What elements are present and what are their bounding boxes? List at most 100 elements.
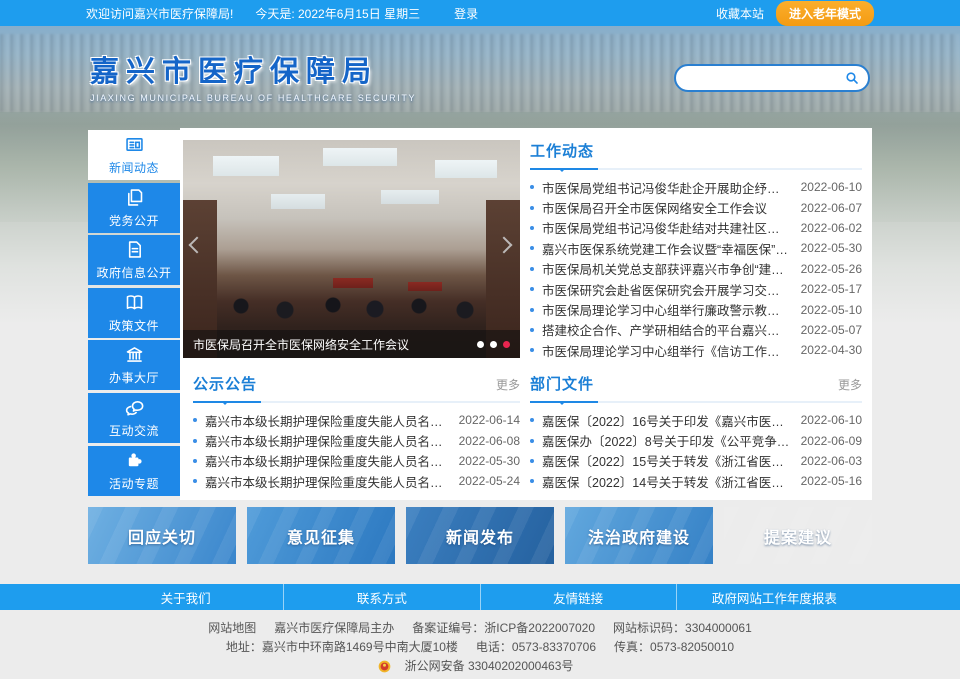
- news-item[interactable]: 市医保局理论学习中心组举行《信访工作条例》专题... 2022-04-30: [530, 340, 862, 360]
- footer-info-item: 网站标识码：3304000061: [613, 621, 752, 635]
- news-item-title: 嘉医保〔2022〕15号关于转发《浙江省医疗保...: [542, 451, 791, 470]
- news-item-title: 嘉兴市本级长期护理保险重度失能人员名单公示（2...: [205, 451, 449, 470]
- book-icon: [124, 292, 145, 313]
- banner-link[interactable]: 回应关切: [88, 507, 236, 564]
- search-icon[interactable]: [844, 70, 860, 86]
- news-item[interactable]: 嘉兴市本级长期护理保险重度失能人员名单公示（2... 2022-05-24: [193, 471, 520, 491]
- sidebar-item-policy-docs[interactable]: 政策文件: [88, 288, 180, 338]
- carousel-caption[interactable]: 市医保局召开全市医保网络安全工作会议: [193, 336, 469, 353]
- carousel-dot[interactable]: [490, 341, 497, 348]
- search-box: [674, 64, 870, 92]
- news-item[interactable]: 市医保局党组书记冯俊华赴企开展助企纾困活动 2022-06-10: [530, 177, 862, 197]
- news-item[interactable]: 市医保局召开全市医保网络安全工作会议 2022-06-07: [530, 197, 862, 217]
- carousel-prev-arrow-icon[interactable]: [191, 239, 205, 253]
- more-link[interactable]: 更多: [496, 376, 520, 393]
- news-item-title: 嘉兴市本级长期护理保险重度失能人员名单公示（2...: [205, 472, 449, 491]
- carousel-dot-active[interactable]: [503, 341, 510, 348]
- sidebar-item-interaction[interactable]: 互动交流: [88, 393, 180, 443]
- bullet-icon: [530, 267, 534, 271]
- news-item[interactable]: 嘉医保办〔2022〕8号关于印发《公平竞争审查... 2022-06-09: [530, 430, 862, 450]
- news-item-date: 2022-05-26: [801, 262, 862, 276]
- carousel-dot[interactable]: [477, 341, 484, 348]
- carousel-photo-people: [183, 296, 520, 326]
- sidebar-item-special-topics[interactable]: 活动专题: [88, 446, 180, 496]
- bullet-icon: [530, 479, 534, 483]
- footer-info-item: 传真：0573-82050010: [614, 640, 734, 654]
- footer-info-item: 网站地图: [208, 621, 256, 635]
- news-item-date: 2022-05-16: [801, 474, 862, 488]
- banner-link[interactable]: 意见征集: [247, 507, 395, 564]
- news-item-date: 2022-05-10: [801, 303, 862, 317]
- site-logo[interactable]: 嘉兴市医疗保障局 JIAXING MUNICIPAL BUREAU OF HEA…: [90, 48, 416, 103]
- public-security-badge-icon: [378, 660, 391, 673]
- news-item[interactable]: 搭建校企合作、产学研相结合的平台嘉兴市长期护理... 2022-05-07: [530, 320, 862, 340]
- section-header: 部门文件 更多: [530, 373, 862, 403]
- news-item-title: 市医保局理论学习中心组举行廉政警示教育专题学习...: [542, 300, 791, 319]
- bullet-icon: [530, 328, 534, 332]
- section-title: 工作动态: [530, 140, 594, 161]
- sidebar-item-gov-info[interactable]: 政府信息公开: [88, 235, 180, 285]
- news-item[interactable]: 市医保局理论学习中心组举行廉政警示教育专题学习... 2022-05-10: [530, 299, 862, 319]
- sidebar-item-label: 办事大厅: [109, 369, 159, 386]
- login-link[interactable]: 登录: [454, 5, 478, 22]
- news-item[interactable]: 嘉兴市本级长期护理保险重度失能人员名单公示（2... 2022-06-08: [193, 430, 520, 450]
- current-date: 今天是: 2022年6月15日 星期三: [255, 5, 420, 22]
- news-item[interactable]: 嘉兴市本级长期护理保险重度失能人员名单公示（2... 2022-05-30: [193, 451, 520, 471]
- footer-info-item: 电话：0573-83370706: [476, 640, 596, 654]
- banner-link[interactable]: 法治政府建设: [565, 507, 713, 564]
- section-header: 工作动态: [530, 140, 862, 170]
- news-item-date: 2022-06-14: [459, 413, 520, 427]
- news-item[interactable]: 市医保研究会赴省医保研究会开展学习交流活动 2022-05-17: [530, 279, 862, 299]
- section-work-dynamics: 工作动态 市医保局党组书记冯俊华赴企开展助企纾困活动 2022-06-10 市医…: [530, 140, 862, 361]
- news-item[interactable]: 嘉医保〔2022〕16号关于印发《嘉兴市医疗保... 2022-06-10: [530, 410, 862, 430]
- sidebar-nav: 新闻动态 党务公开 政府信息公开 政策文件 办事大厅 互动交流: [88, 130, 180, 498]
- news-carousel[interactable]: 市医保局召开全市医保网络安全工作会议: [183, 140, 520, 358]
- news-item-title: 嘉兴市本级长期护理保险重度失能人员名单公示（2...: [205, 431, 449, 450]
- footer-nav-link[interactable]: 友情链接: [480, 584, 676, 610]
- news-item-title: 嘉兴市本级长期护理保险重度失能人员名单公示（2...: [205, 411, 449, 430]
- news-item-title: 市医保局机关党总支部获评嘉兴市争创“建设清廉机...: [542, 259, 791, 278]
- banner-label: 提案建议: [764, 524, 832, 548]
- search-input[interactable]: [688, 71, 844, 85]
- banner-link[interactable]: 新闻发布: [406, 507, 554, 564]
- bullet-icon: [193, 479, 197, 483]
- elder-mode-button[interactable]: 进入老年模式: [776, 1, 874, 26]
- bullet-icon: [193, 418, 197, 422]
- news-item[interactable]: 嘉医保〔2022〕15号关于转发《浙江省医疗保... 2022-06-03: [530, 451, 862, 471]
- documents-icon: [124, 187, 145, 208]
- news-item[interactable]: 嘉兴市本级长期护理保险重度失能人员名单公示（2... 2022-06-14: [193, 410, 520, 430]
- carousel-next-arrow-icon[interactable]: [498, 239, 512, 253]
- security-record-text: 浙公网安备 33040202000463号: [405, 657, 574, 676]
- news-item-date: 2022-06-10: [801, 413, 862, 427]
- work-dynamics-list: 市医保局党组书记冯俊华赴企开展助企纾困活动 2022-06-10 市医保局召开全…: [530, 177, 862, 361]
- footer-nav-link[interactable]: 政府网站工作年度报表: [676, 584, 872, 610]
- department-docs-list: 嘉医保〔2022〕16号关于印发《嘉兴市医疗保... 2022-06-10 嘉医…: [530, 410, 862, 492]
- sidebar-item-service-hall[interactable]: 办事大厅: [88, 340, 180, 390]
- footer-nav-link[interactable]: 联系方式: [283, 584, 479, 610]
- section-title: 部门文件: [530, 373, 594, 394]
- bullet-icon: [530, 185, 534, 189]
- sidebar-item-party-affairs[interactable]: 党务公开: [88, 183, 180, 233]
- sidebar-item-label: 新闻动态: [109, 159, 159, 176]
- news-item[interactable]: 市医保局机关党总支部获评嘉兴市争创“建设清廉机... 2022-05-26: [530, 259, 862, 279]
- banner-link[interactable]: 提案建议: [724, 507, 872, 564]
- newspaper-icon: [124, 134, 145, 155]
- more-link[interactable]: 更多: [838, 376, 862, 393]
- news-item-title: 搭建校企合作、产学研相结合的平台嘉兴市长期护理...: [542, 320, 791, 339]
- news-item[interactable]: 市医保局党组书记冯俊华赴结对共建社区指导全国文... 2022-06-02: [530, 218, 862, 238]
- news-item-title: 嘉兴市医保系统党建工作会议暨“幸福医保”党建联...: [542, 239, 791, 258]
- news-item[interactable]: 嘉医保〔2022〕14号关于转发《浙江省医疗保... 2022-05-16: [530, 471, 862, 491]
- sidebar-item-label: 政策文件: [109, 317, 159, 334]
- sidebar-item-label: 党务公开: [109, 212, 159, 229]
- news-item-date: 2022-04-30: [801, 343, 862, 357]
- favorite-site-link[interactable]: 收藏本站: [716, 5, 764, 22]
- news-item-date: 2022-06-02: [801, 221, 862, 235]
- sidebar-item-news[interactable]: 新闻动态: [88, 130, 180, 180]
- news-item-title: 市医保局召开全市医保网络安全工作会议: [542, 198, 791, 217]
- sidebar-item-label: 政府信息公开: [96, 264, 171, 281]
- footer-nav-link[interactable]: 关于我们: [88, 584, 283, 610]
- news-item-title: 嘉医保〔2022〕14号关于转发《浙江省医疗保...: [542, 472, 791, 491]
- footer-nav-list: 关于我们 联系方式 友情链接 政府网站工作年度报表: [88, 584, 872, 610]
- news-item-title: 嘉医保〔2022〕16号关于印发《嘉兴市医疗保...: [542, 411, 791, 430]
- news-item[interactable]: 嘉兴市医保系统党建工作会议暨“幸福医保”党建联... 2022-05-30: [530, 238, 862, 258]
